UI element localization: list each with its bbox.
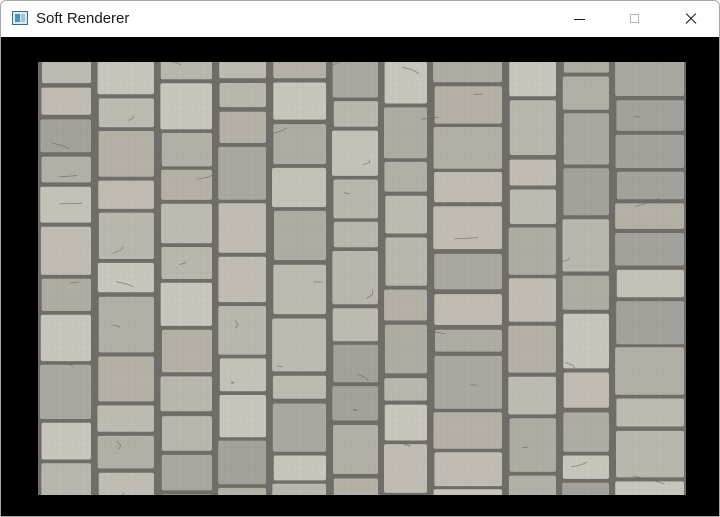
title-bar[interactable]: Soft Renderer [1, 1, 719, 37]
close-icon [684, 12, 698, 26]
close-button[interactable] [668, 1, 714, 37]
render-area [1, 37, 719, 516]
minimize-button[interactable] [556, 1, 602, 37]
maximize-button[interactable] [612, 1, 658, 37]
minimize-icon [574, 19, 585, 20]
app-window-icon [12, 11, 28, 25]
app-window: Soft Renderer [0, 0, 720, 517]
rendered-texture [38, 62, 686, 495]
window-title: Soft Renderer [36, 10, 130, 27]
maximize-icon [630, 14, 639, 23]
